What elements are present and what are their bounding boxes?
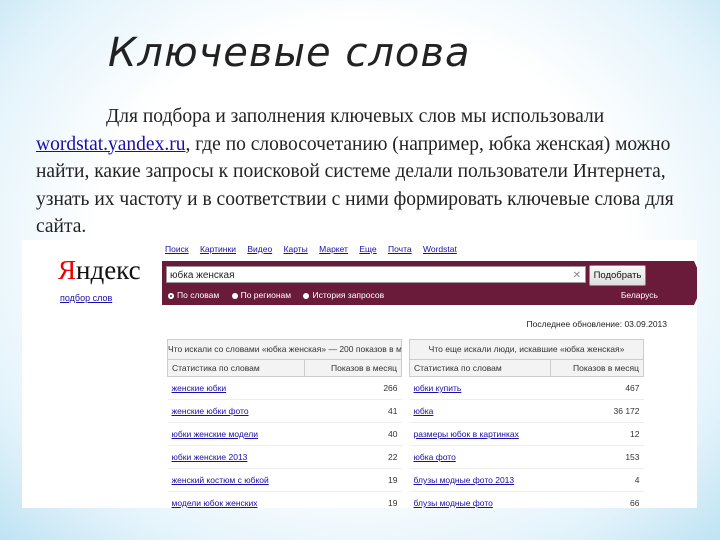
radio-icon	[303, 292, 310, 299]
service-link[interactable]: Маркет	[319, 244, 348, 254]
keyword-link[interactable]: блузы модные фото	[409, 491, 551, 508]
count-cell: 36 172	[550, 399, 644, 423]
service-link[interactable]: Еще	[359, 244, 376, 254]
table-row: женский костюм с юбкой 19	[167, 468, 402, 492]
words-stats-table: Статистика по словам Показов в месяц жен…	[167, 359, 403, 508]
radio-label: История запросов	[312, 290, 385, 300]
slide-title: Ключевые слова	[108, 30, 471, 76]
keyword-link[interactable]: юбки женские 2013	[167, 445, 305, 469]
search-bar: юбка женская ✕ Подобрать По словам По ре…	[162, 261, 697, 305]
count-cell: 66	[550, 491, 644, 508]
keyword-link[interactable]: модели юбок женских	[167, 491, 305, 508]
keyword-link[interactable]: юбки женские модели	[167, 422, 305, 446]
service-link[interactable]: Почта	[388, 244, 412, 254]
keyword-link[interactable]: женский костюм с юбкой	[167, 468, 305, 492]
count-cell: 4	[550, 468, 644, 492]
slide-paragraph: Для подбора и заполнения ключевых слов м…	[36, 103, 684, 241]
podbor-link[interactable]: подбор слов	[60, 293, 112, 303]
col-count: Показов в месяц	[303, 359, 403, 377]
keyword-link[interactable]: юбка фото	[409, 445, 551, 469]
region-selector[interactable]: Беларусь	[621, 290, 658, 300]
col-keyword: Статистика по словам	[409, 359, 551, 377]
clear-icon[interactable]: ✕	[573, 267, 581, 284]
related-stats-panel: Что еще искали люди, искавшие «юбка женс…	[409, 339, 645, 508]
search-value: юбка женская	[170, 270, 235, 281]
radio-icon	[231, 292, 238, 299]
service-link[interactable]: Карты	[284, 244, 308, 254]
count-cell: 266	[304, 376, 402, 400]
radio-label: По регионам	[240, 290, 292, 300]
service-link[interactable]: Поиск	[165, 244, 189, 254]
count-cell: 41	[304, 399, 402, 423]
panel-header: Что искали со словами «юбка женская» — 2…	[167, 339, 402, 359]
radio-by-words[interactable]: По словам	[168, 290, 219, 300]
related-stats-table: Статистика по словам Показов в месяц юбк…	[409, 359, 645, 508]
search-input[interactable]: юбка женская ✕	[166, 266, 586, 283]
radio-history[interactable]: История запросов	[303, 290, 384, 300]
logo-rest: ндекс	[76, 255, 141, 285]
table-row: юбка фото 153	[409, 445, 644, 469]
table-row: модели юбок женских 19	[167, 491, 402, 508]
paragraph-start: Для подбора и заполнения ключевых слов м…	[106, 106, 605, 127]
table-row: юбки женские модели 40	[167, 422, 402, 446]
keyword-link[interactable]: юбка	[409, 399, 551, 423]
col-keyword: Статистика по словам	[167, 359, 305, 377]
words-stats-panel: Что искали со словами «юбка женская» — 2…	[167, 339, 403, 508]
keyword-link[interactable]: юбки купить	[409, 376, 551, 400]
radio-by-regions[interactable]: По регионам	[231, 290, 292, 300]
count-cell: 467	[550, 376, 644, 400]
search-button[interactable]: Подобрать	[589, 265, 646, 286]
service-link[interactable]: Видео	[247, 244, 272, 254]
count-cell: 40	[304, 422, 402, 446]
table-row: блузы модные фото 2013 4	[409, 468, 644, 492]
wordstat-screenshot: Поиск Картинки Видео Карты Маркет Еще По…	[22, 240, 697, 508]
search-mode-radios: По словам По регионам История запросов	[168, 290, 394, 300]
count-cell: 12	[550, 422, 644, 446]
count-cell: 19	[304, 468, 402, 492]
count-cell: 153	[550, 445, 644, 469]
count-cell: 19	[304, 491, 402, 508]
panel-header: Что еще искали люди, искавшие «юбка женс…	[409, 339, 644, 359]
table-row: женские юбки 266	[167, 376, 402, 400]
table-row: женские юбки фото 41	[167, 399, 402, 423]
table-row: юбки женские 2013 22	[167, 445, 402, 469]
keyword-link[interactable]: блузы модные фото 2013	[409, 468, 551, 492]
radio-icon	[168, 292, 174, 299]
services-nav: Поиск Картинки Видео Карты Маркет Еще По…	[165, 244, 466, 254]
table-row: юбка 36 172	[409, 399, 644, 423]
logo-first-letter: Я	[58, 255, 77, 285]
count-cell: 22	[304, 445, 402, 469]
service-link[interactable]: Wordstat	[423, 244, 457, 254]
keyword-link[interactable]: женские юбки фото	[167, 399, 305, 423]
service-link[interactable]: Картинки	[200, 244, 236, 254]
table-row: блузы модные фото 66	[409, 491, 644, 508]
table-header-row: Статистика по словам Показов в месяц	[167, 359, 403, 377]
wordstat-link[interactable]: wordstat.yandex.ru	[36, 134, 185, 155]
last-updated: Последнее обновление: 03.09.2013	[526, 319, 667, 329]
keyword-link[interactable]: женские юбки	[167, 376, 305, 400]
keyword-link[interactable]: размеры юбок в картинках	[409, 422, 551, 446]
col-count: Показов в месяц	[549, 359, 645, 377]
radio-label: По словам	[177, 290, 220, 300]
table-row: юбки купить 467	[409, 376, 644, 400]
table-header-row: Статистика по словам Показов в месяц	[409, 359, 645, 377]
yandex-logo[interactable]: Яндекс	[58, 255, 141, 286]
table-row: размеры юбок в картинках 12	[409, 422, 644, 446]
